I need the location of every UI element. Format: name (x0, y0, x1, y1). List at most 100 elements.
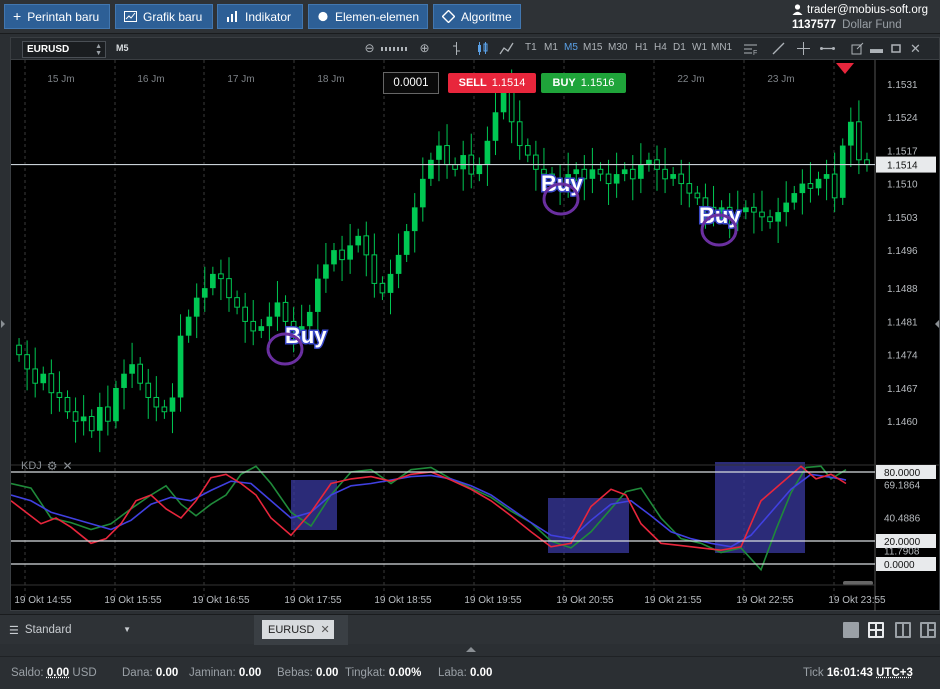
timeframe-m30[interactable]: M30 (608, 42, 627, 53)
price-tick-label: 1.1467 (887, 384, 918, 395)
minimize-icon[interactable]: ▬ (868, 40, 885, 57)
gear-icon[interactable]: ⚙ (47, 459, 58, 473)
candle (452, 157, 458, 177)
candle-body (274, 302, 281, 317)
horizontal-line-icon[interactable] (819, 40, 836, 57)
candle-body (210, 273, 216, 289)
candle-body (250, 320, 257, 332)
symbol-selector[interactable]: EURUSD ▲ ▼ (22, 41, 106, 58)
kdj-indicator-label: KDJ ⚙ ✕ (21, 459, 73, 473)
candle-body (605, 173, 612, 185)
zoom-in-icon[interactable]: ⊕ (416, 40, 433, 57)
zoom-slider[interactable] (381, 46, 411, 52)
candle-body (24, 354, 30, 370)
buy-annotation: Buy (266, 322, 329, 366)
indicator-list-icon[interactable]: F (742, 40, 759, 57)
shapes-icon (318, 11, 328, 22)
candle (428, 152, 434, 186)
candle (791, 185, 798, 210)
chart-tab-label: EURUSD (268, 623, 315, 636)
candle-body (258, 326, 265, 331)
candle (654, 145, 660, 191)
timeframe-m1[interactable]: M1 (544, 42, 558, 53)
candle-body (403, 231, 410, 255)
close-icon[interactable]: ✕ (907, 40, 924, 57)
price-tick-label: 1.1510 (887, 180, 918, 191)
candle (234, 290, 240, 315)
candle-body (581, 168, 588, 180)
candle-body (686, 183, 693, 194)
candle-body (476, 164, 483, 175)
buy-button[interactable]: BUY 1.1516 (541, 73, 626, 93)
time-label: 19 Okt 18:55 (374, 595, 432, 606)
price-tick-label: 1.1503 (887, 213, 918, 224)
bar-type-icon[interactable] (448, 40, 465, 57)
elements-button[interactable]: Elemen-elemen (308, 4, 428, 29)
candle-body (242, 306, 248, 322)
account-info[interactable]: trader@mobius-soft.org 1137577 Dollar Fu… (792, 2, 936, 32)
order-size-input[interactable]: 0.0001 (383, 72, 439, 94)
new-chart-button[interactable]: Grafik baru (115, 4, 213, 29)
candle-body (646, 159, 652, 165)
candle (799, 169, 806, 215)
timeframe-d1[interactable]: D1 (673, 42, 686, 53)
timeframe-w1[interactable]: W1 (692, 42, 707, 53)
candle-body (315, 278, 321, 312)
bottom-collapse-arrow[interactable] (466, 647, 476, 652)
right-collapse-arrow[interactable] (935, 320, 939, 328)
timeframe-t1[interactable]: T1 (525, 42, 537, 53)
template-selector[interactable]: ☰ Standard ▼ (9, 622, 135, 638)
candle-body (767, 216, 773, 223)
timeframe-m5[interactable]: M5 (564, 42, 578, 53)
dana: Dana: 0.00 (122, 667, 179, 679)
tab-close-icon[interactable]: ✕ (320, 623, 329, 636)
chart-tab[interactable]: EURUSD ✕ (254, 615, 348, 645)
left-collapse-arrow[interactable] (1, 320, 5, 328)
candle (387, 259, 394, 315)
maximize-icon[interactable] (888, 40, 905, 57)
time-label: 19 Okt 16:55 (192, 595, 250, 606)
layout-mixed-icon[interactable] (920, 622, 936, 638)
new-position-button[interactable]: + Perintah baru (4, 4, 110, 29)
candle (129, 342, 135, 388)
candle-type-icon[interactable] (474, 40, 491, 57)
trendline-icon[interactable] (770, 40, 787, 57)
candle (524, 138, 531, 163)
candle (113, 380, 119, 429)
timezone-selector[interactable]: UTC+3 (876, 667, 913, 679)
candle (662, 147, 668, 194)
candle (678, 159, 685, 205)
detach-icon[interactable] (849, 40, 866, 57)
timeframe-h1[interactable]: H1 (635, 42, 648, 53)
price-chart[interactable]: 15 Jm16 Jm17 Jm18 Jm19 Jm20 Jm21 Jm22 Jm… (11, 60, 939, 611)
indicator-button[interactable]: Indikator (217, 4, 303, 29)
buy-annotations: Buy Buy Buy (266, 170, 743, 366)
candle-body (524, 145, 531, 156)
layout-single-icon[interactable] (843, 622, 859, 638)
layout-columns-icon[interactable] (895, 622, 911, 638)
crosshair-icon[interactable] (795, 40, 812, 57)
layout-grid-icon[interactable] (868, 622, 884, 638)
kdj-level-label: 80.0000 (884, 468, 921, 479)
candle (153, 376, 160, 422)
time-label: 19 Okt 19:55 (464, 595, 522, 606)
jaminan: Jaminan: 0.00 (189, 667, 262, 679)
sell-button[interactable]: SELL 1.1514 (448, 73, 536, 93)
candle-body (161, 406, 168, 413)
candle (419, 157, 426, 222)
price-tick-label: 1.1474 (887, 351, 918, 362)
timeframe-mn1[interactable]: MN1 (711, 42, 732, 53)
zoom-out-icon[interactable]: ⊖ (361, 40, 378, 57)
candle-body (201, 288, 208, 298)
timeframe-h4[interactable]: H4 (654, 42, 667, 53)
candle (193, 283, 200, 339)
candle-body (839, 145, 846, 198)
algorithm-button[interactable]: Algoritme (433, 4, 521, 29)
candle-body (48, 373, 55, 394)
candle (56, 371, 63, 412)
candle-body (169, 397, 176, 412)
remove-indicator-icon[interactable]: ✕ (63, 459, 73, 473)
price-tick-label: 1.1496 (887, 246, 918, 257)
line-type-icon[interactable] (498, 40, 515, 57)
timeframe-m15[interactable]: M15 (583, 42, 602, 53)
